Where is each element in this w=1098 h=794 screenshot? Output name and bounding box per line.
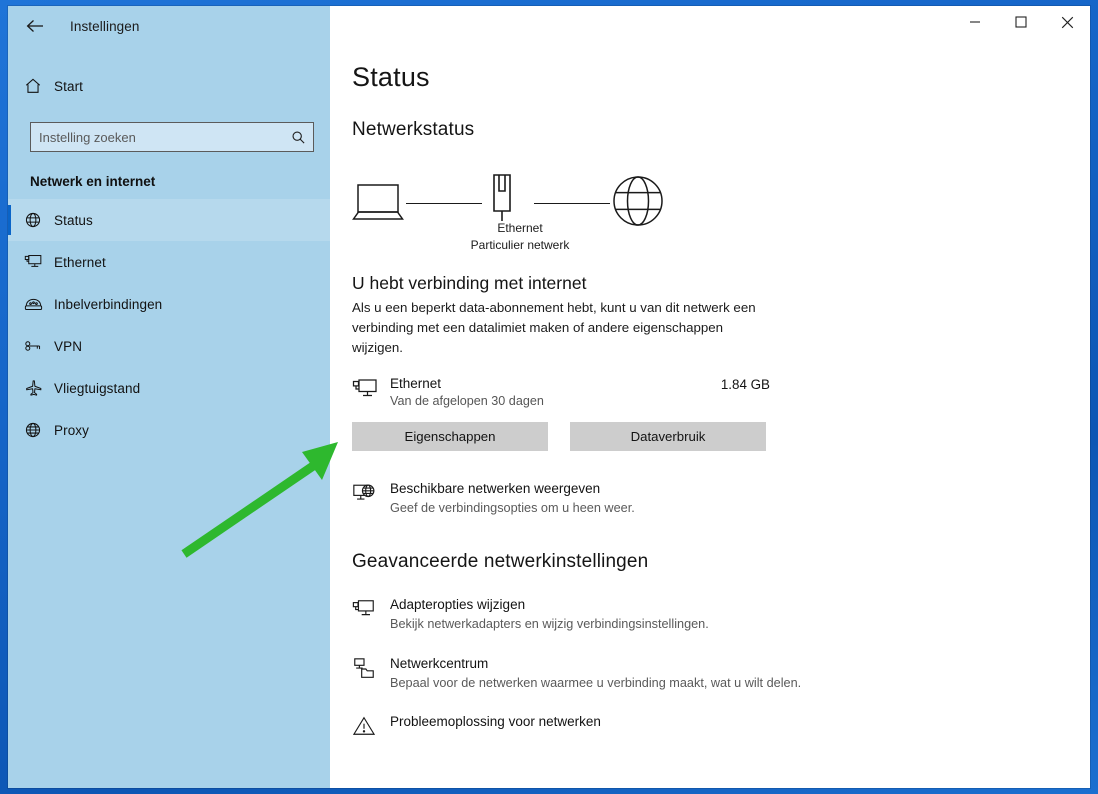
data-usage-adapter-name: Ethernet [390,375,442,391]
netmap-link-left [406,203,482,204]
monitor-globe-icon [352,481,390,511]
sidebar-item-airplane-mode-label: Vliegtuigstand [54,380,141,396]
properties-button[interactable]: Eigenschappen [352,421,548,451]
window-title: Instellingen [70,18,140,34]
sidebar-item-ethernet-label: Ethernet [54,254,106,270]
desktop-background: Instellingen Start Instelling zoeken Net… [0,0,1098,794]
minimize-button[interactable] [952,6,998,38]
data-usage-summary: Ethernet Van de afgelopen 30 dagen 1.84 … [352,376,770,408]
sidebar-item-status-label: Status [54,212,93,228]
maximize-button[interactable] [998,6,1044,38]
change-adapter-options-text: Adapteropties wijzigen Bekijk netwerkada… [390,597,709,633]
title-bar-left-region: Instellingen [8,6,330,46]
change-adapter-options-title: Adapteropties wijzigen [390,597,526,613]
laptop-icon [352,181,408,230]
sidebar-item-ethernet[interactable]: Ethernet [8,241,330,283]
vpn-key-icon [24,337,54,355]
netmap-caption-type: Particulier netwerk [470,238,570,252]
network-sharing-center-subtitle: Bepaal voor de netwerken waarmee u verbi… [390,675,802,690]
sidebar-item-vpn-label: VPN [54,338,83,354]
available-networks-title: Beschikbare netwerken weergeven [390,480,601,496]
network-troubleshooter-text: Probleemoplossing voor netwerken [390,714,601,729]
search-box[interactable] [30,122,314,152]
network-troubleshooter-title: Probleemoplossing voor netwerken [390,714,601,730]
sidebar-item-vpn[interactable]: VPN [8,325,330,367]
sidebar: Start Netwerk en internet [8,46,330,788]
window-controls [330,6,1090,46]
data-usage-period: Van de afgelopen 30 dagen [390,393,544,408]
warning-triangle-icon [352,714,390,742]
network-troubleshooter-link[interactable]: Probleemoplossing voor netwerken [352,714,792,742]
change-adapter-options-link[interactable]: Adapteropties wijzigen Bekijk netwerkada… [352,597,792,633]
netmap-caption-name: Ethernet [497,221,543,235]
action-button-row: Eigenschappen Dataverbruik [352,421,770,451]
monitor-network-icon [24,253,54,271]
settings-window: Instellingen Start Instelling zoeken Net… [8,6,1090,788]
dial-up-phone-icon [24,295,54,313]
sidebar-group-title: Netwerk en internet [30,174,156,189]
sidebar-item-airplane-mode[interactable]: Vliegtuigstand [8,367,330,409]
close-button[interactable] [1044,6,1090,38]
advanced-settings-heading: Geavanceerde netwerkinstellingen [352,551,649,573]
network-sharing-icon [352,656,390,686]
data-usage-text: Ethernet Van de afgelopen 30 dagen [390,376,721,408]
back-arrow-icon[interactable] [14,10,56,42]
available-networks-text: Beschikbare netwerken weergeven Geef de … [390,481,635,517]
main-content: Status Netwerkstatus Ethernet Particulie… [330,46,1090,788]
window-title-bar: Instellingen [8,6,1090,46]
sidebar-item-home[interactable]: Start [8,64,330,108]
monitor-network-icon [352,597,390,627]
globe-icon [24,211,54,229]
sidebar-item-status[interactable]: Status [8,199,330,241]
network-sharing-center-text: Netwerkcentrum Bepaal voor de netwerken … [390,656,801,692]
network-map-diagram: Ethernet Particulier netwerk [352,163,682,255]
connection-status-title: U hebt verbinding met internet [352,273,587,293]
search-icon[interactable] [283,130,313,145]
network-sharing-center-link[interactable]: Netwerkcentrum Bepaal voor de netwerken … [352,656,812,692]
data-usage-value: 1.84 GB [720,376,770,392]
monitor-network-icon [352,376,390,407]
netmap-link-right [534,203,610,204]
page-title: Status [352,62,430,92]
sidebar-item-home-label: Start [54,78,84,94]
data-usage-button[interactable]: Dataverbruik [570,421,766,451]
available-networks-subtitle: Geef de verbindingsopties om u heen weer… [390,500,635,515]
sidebar-item-dialup-label: Inbelverbindingen [54,296,163,312]
available-networks-link[interactable]: Beschikbare netwerken weergeven Geef de … [352,481,792,517]
home-icon [24,77,54,95]
network-status-heading: Netwerkstatus [352,119,475,140]
globe-grid-icon [24,421,54,439]
sidebar-item-proxy[interactable]: Proxy [8,409,330,451]
change-adapter-options-subtitle: Bekijk netwerkadapters en wijzig verbind… [390,617,709,632]
window-body: Start Netwerk en internet [8,46,1090,788]
sidebar-item-dialup[interactable]: Inbelverbindingen [8,283,330,325]
network-sharing-center-title: Netwerkcentrum [390,655,489,671]
search-input[interactable] [31,129,283,145]
sidebar-item-proxy-label: Proxy [54,422,90,438]
connection-status-description: Als u een beperkt data-abonnement hebt, … [352,300,756,355]
airplane-icon [24,379,54,397]
